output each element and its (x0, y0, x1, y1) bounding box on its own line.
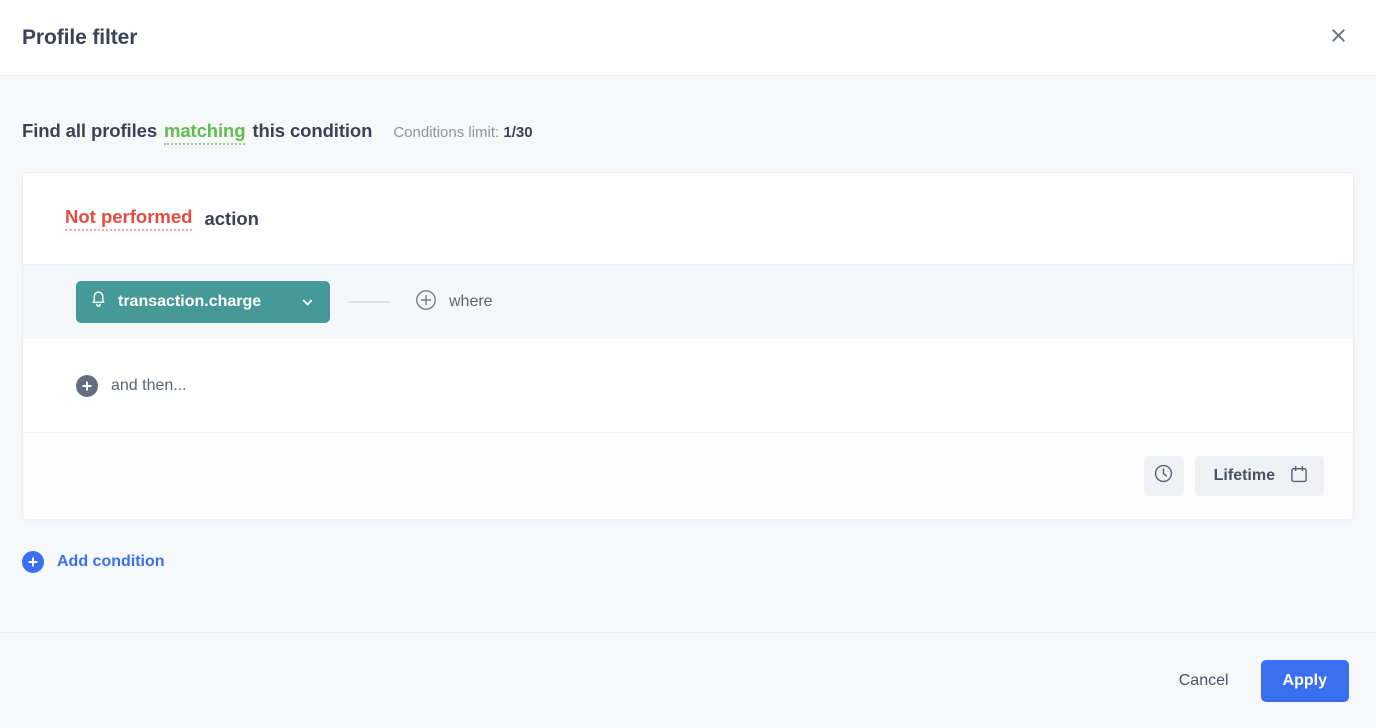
clock-icon (1153, 463, 1174, 489)
conditions-limit-value: 1/30 (503, 124, 533, 141)
plus-circle-outline-icon (415, 289, 437, 316)
condition-card: Not performed action transaction.charge (22, 172, 1354, 520)
add-condition-button[interactable]: Add condition (22, 551, 165, 573)
conditions-limit: Conditions limit: 1/30 (393, 124, 532, 141)
condition-header-row: Not performed action (23, 173, 1353, 265)
find-profiles-line: Find all profiles matching this conditio… (22, 76, 1354, 172)
find-suffix-text: this condition (252, 120, 373, 141)
where-label: where (449, 293, 493, 310)
matching-toggle[interactable]: matching (164, 120, 246, 145)
bell-icon (90, 290, 107, 314)
calendar-icon (1289, 464, 1309, 489)
connector-line (348, 301, 390, 303)
condition-event-row: transaction.charge where (23, 265, 1353, 339)
close-icon (1329, 26, 1348, 50)
dialog-body: Find all profiles matching this conditio… (0, 76, 1376, 632)
and-then-button[interactable]: and then... (111, 377, 187, 395)
condition-and-then-row: and then... (23, 339, 1353, 433)
chevron-down-icon (301, 296, 314, 309)
cancel-button[interactable]: Cancel (1161, 661, 1247, 701)
event-selector[interactable]: transaction.charge (76, 281, 330, 323)
timeframe-label: Lifetime (1213, 467, 1275, 484)
timeframe-button[interactable]: Lifetime (1194, 456, 1324, 496)
event-name: transaction.charge (118, 293, 262, 310)
condition-footer-row: Lifetime (23, 433, 1353, 519)
time-settings-button[interactable] (1143, 456, 1184, 496)
plus-circle-icon (22, 551, 44, 573)
action-label: action (204, 207, 259, 229)
performed-state-toggle[interactable]: Not performed (65, 206, 193, 231)
close-button[interactable] (1322, 22, 1354, 54)
add-where-filter-button[interactable]: where (415, 289, 493, 316)
conditions-limit-label: Conditions limit: (393, 124, 500, 141)
profile-filter-dialog: Profile filter Find all profiles matchin… (0, 0, 1376, 728)
find-prefix-text: Find all profiles (22, 120, 158, 141)
plus-circle-icon (76, 374, 98, 397)
dialog-header: Profile filter (0, 0, 1376, 76)
dialog-footer: Cancel Apply (0, 632, 1376, 728)
page-title: Profile filter (22, 25, 138, 49)
apply-button[interactable]: Apply (1260, 659, 1349, 702)
add-condition-label: Add condition (57, 553, 165, 570)
